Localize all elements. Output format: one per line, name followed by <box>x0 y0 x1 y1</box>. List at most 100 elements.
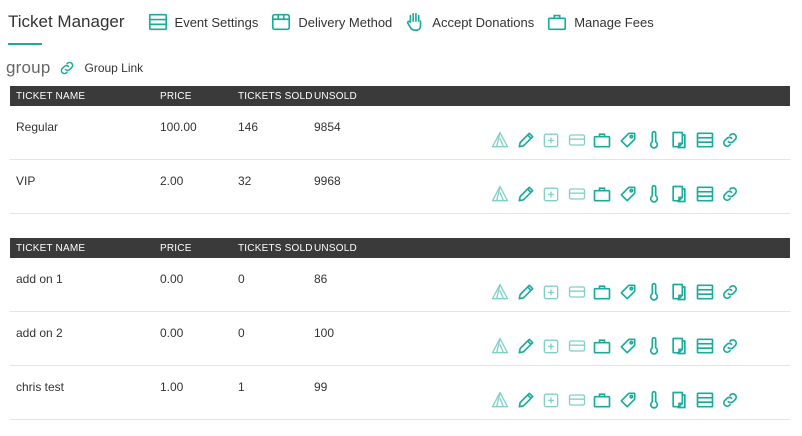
thermometer-icon[interactable] <box>644 184 664 204</box>
box-icon <box>272 13 291 31</box>
thermometer-icon[interactable] <box>644 130 664 150</box>
pencil-icon[interactable] <box>516 336 536 356</box>
ticket-price: 0.00 <box>160 326 184 340</box>
table-header: TICKET NAME PRICE TICKETS SOLD UNSOLD <box>10 86 790 106</box>
tag-icon[interactable] <box>618 184 638 204</box>
tickets-unsold: 86 <box>314 272 328 286</box>
link-icon[interactable] <box>720 130 740 150</box>
table-row: chris test 1.00 1 99 <box>10 366 790 420</box>
addons-table: TICKET NAME PRICE TICKETS SOLD UNSOLD ad… <box>10 238 790 420</box>
col-tickets-sold: TICKETS SOLD <box>238 243 313 254</box>
col-unsold: UNSOLD <box>314 243 357 254</box>
ticket-name: VIP <box>16 174 36 188</box>
group-link-label: Group Link <box>84 61 144 75</box>
link-icon <box>61 61 74 75</box>
list-icon[interactable] <box>695 130 715 150</box>
ticket-name: chris test <box>16 380 65 394</box>
addons-body: add on 1 0.00 0 86 add on 2 0.00 0 100 c… <box>10 258 790 420</box>
table-row: add on 2 0.00 0 100 <box>10 312 790 366</box>
tent-icon[interactable] <box>490 184 510 204</box>
briefcase-icon[interactable] <box>592 130 612 150</box>
briefcase-icon[interactable] <box>592 390 612 410</box>
medical-kit-icon[interactable] <box>541 130 561 150</box>
thermometer-icon[interactable] <box>644 390 664 410</box>
card-icon[interactable] <box>567 390 587 410</box>
copy-icon[interactable] <box>669 390 689 410</box>
tickets-body: Regular 100.00 146 9854 VIP 2.00 32 9968 <box>10 106 790 214</box>
active-tab-underline <box>8 43 42 45</box>
link-icon[interactable] <box>720 282 740 302</box>
card-icon[interactable] <box>567 130 587 150</box>
briefcase-icon[interactable] <box>592 282 612 302</box>
tent-icon[interactable] <box>490 282 510 302</box>
table-row: add on 1 0.00 0 86 <box>10 258 790 312</box>
medical-kit-icon[interactable] <box>541 390 561 410</box>
col-ticket-name: TICKET NAME <box>16 243 86 254</box>
nav-manage-fees[interactable]: Manage Fees <box>546 11 654 33</box>
nav-accept-donations-label: Accept Donations <box>432 14 535 30</box>
medical-kit-icon[interactable] <box>541 282 561 302</box>
nav-delivery-method[interactable]: Delivery Method <box>270 11 392 33</box>
thermometer-icon[interactable] <box>644 336 664 356</box>
row-actions <box>490 184 746 204</box>
tickets-unsold: 100 <box>314 326 335 340</box>
group-link-button[interactable]: Group Link <box>58 59 143 77</box>
nav-manage-fees-label: Manage Fees <box>574 14 654 30</box>
medical-kit-icon[interactable] <box>541 184 561 204</box>
tickets-sold: 0 <box>238 326 245 340</box>
nav-event-settings[interactable]: Event Settings <box>147 11 259 33</box>
list-icon[interactable] <box>695 390 715 410</box>
tickets-sold: 32 <box>238 174 252 188</box>
copy-icon[interactable] <box>669 282 689 302</box>
tickets-sold: 1 <box>238 380 245 394</box>
list-icon[interactable] <box>695 282 715 302</box>
pencil-icon[interactable] <box>516 390 536 410</box>
link-icon[interactable] <box>720 390 740 410</box>
group-label: group <box>6 58 51 77</box>
briefcase-icon[interactable] <box>592 336 612 356</box>
tent-icon[interactable] <box>490 390 510 410</box>
tent-icon[interactable] <box>490 130 510 150</box>
col-unsold: UNSOLD <box>314 91 357 102</box>
link-icon[interactable] <box>720 184 740 204</box>
link-icon[interactable] <box>720 336 740 356</box>
ticket-price: 1.00 <box>160 380 184 394</box>
ticket-name: add on 1 <box>16 272 63 286</box>
ticket-name: add on 2 <box>16 326 63 340</box>
tent-icon[interactable] <box>490 336 510 356</box>
copy-icon[interactable] <box>669 130 689 150</box>
card-icon[interactable] <box>567 336 587 356</box>
col-price: PRICE <box>160 91 192 102</box>
list-icon <box>148 13 167 31</box>
ticket-price: 100.00 <box>160 120 197 134</box>
tag-icon[interactable] <box>618 390 638 410</box>
tickets-sold: 146 <box>238 120 259 134</box>
tickets-table: TICKET NAME PRICE TICKETS SOLD UNSOLD Re… <box>10 86 790 214</box>
list-icon[interactable] <box>695 184 715 204</box>
card-icon[interactable] <box>567 184 587 204</box>
nav-accept-donations[interactable]: Accept Donations <box>404 11 534 33</box>
tag-icon[interactable] <box>618 336 638 356</box>
col-price: PRICE <box>160 243 192 254</box>
group-header: group Group Link <box>6 58 143 78</box>
thermometer-icon[interactable] <box>644 282 664 302</box>
list-icon[interactable] <box>695 336 715 356</box>
copy-icon[interactable] <box>669 336 689 356</box>
nav-event-settings-label: Event Settings <box>174 14 259 30</box>
card-icon[interactable] <box>567 282 587 302</box>
tag-icon[interactable] <box>618 130 638 150</box>
row-actions <box>490 336 746 356</box>
pencil-icon[interactable] <box>516 282 536 302</box>
table-row: Regular 100.00 146 9854 <box>10 106 790 160</box>
briefcase-icon[interactable] <box>592 184 612 204</box>
hand-icon <box>407 12 422 32</box>
copy-icon[interactable] <box>669 184 689 204</box>
pencil-icon[interactable] <box>516 184 536 204</box>
row-actions <box>490 282 746 302</box>
nav-delivery-method-label: Delivery Method <box>298 14 393 30</box>
ticket-price: 2.00 <box>160 174 184 188</box>
row-actions <box>490 130 746 150</box>
tag-icon[interactable] <box>618 282 638 302</box>
pencil-icon[interactable] <box>516 130 536 150</box>
medical-kit-icon[interactable] <box>541 336 561 356</box>
